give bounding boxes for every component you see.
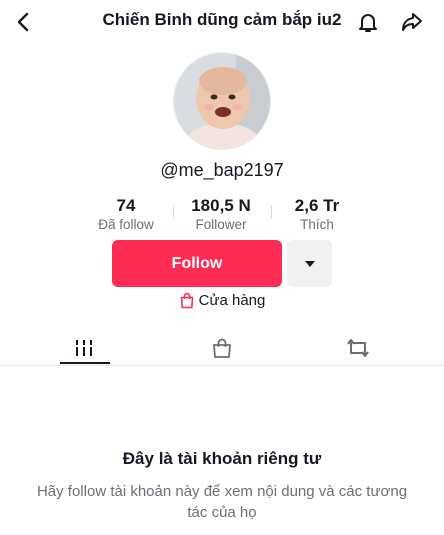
- repost-icon: [347, 339, 369, 357]
- stats-row: 74 Đã follow 180,5 N Follower 2,6 Tr Thí…: [0, 196, 444, 236]
- suggested-accounts-button[interactable]: [287, 240, 332, 287]
- share-arrow-icon: [402, 13, 422, 31]
- likes-label: Thích: [300, 217, 334, 232]
- follow-button[interactable]: Follow: [112, 240, 282, 287]
- caret-down-icon: [304, 260, 315, 267]
- content-tabs: [0, 330, 444, 366]
- tab-videos[interactable]: [58, 330, 110, 366]
- tab-shop[interactable]: [196, 330, 248, 366]
- following-label: Đã follow: [98, 217, 154, 232]
- private-account-description: Hãy follow tài khoản này để xem nội dung…: [36, 483, 408, 521]
- baby-avatar-photo: [174, 53, 270, 149]
- bell-icon: [359, 14, 377, 32]
- stat-divider: [173, 205, 174, 219]
- following-stat[interactable]: 74 Đã follow: [76, 196, 176, 234]
- followers-stat[interactable]: 180,5 N Follower: [171, 196, 271, 234]
- avatar[interactable]: [173, 52, 271, 150]
- username: @me_bap2197: [160, 160, 284, 180]
- shop-link[interactable]: Cửa hàng: [0, 292, 444, 309]
- shopping-bag-icon: [180, 292, 193, 309]
- followers-count: 180,5 N: [191, 196, 251, 215]
- followers-label: Follower: [195, 217, 247, 232]
- tab-reposts[interactable]: [332, 330, 384, 366]
- private-account-title: Đây là tài khoản riêng tư: [122, 449, 322, 468]
- likes-count: 2,6 Tr: [294, 196, 340, 215]
- notification-button[interactable]: [352, 6, 384, 38]
- shop-label: Cửa hàng: [198, 292, 266, 309]
- bag-icon: [213, 338, 231, 358]
- likes-stat: 2,6 Tr Thích: [267, 196, 367, 234]
- stat-divider: [271, 205, 272, 219]
- share-button[interactable]: [396, 6, 428, 38]
- grid-icon: [76, 340, 92, 356]
- active-tab-indicator: [60, 362, 110, 364]
- top-bar: Chiến Binh dũng cảm bắp iu2: [0, 0, 444, 44]
- following-count: 74: [116, 196, 136, 215]
